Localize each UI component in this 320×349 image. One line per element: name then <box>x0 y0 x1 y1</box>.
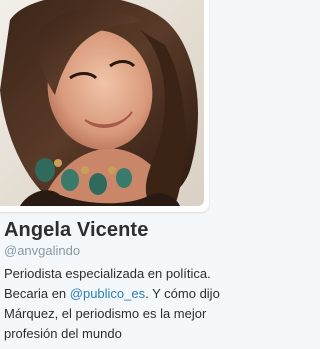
profile-photo-icon <box>0 0 204 206</box>
bio-line-3: Márquez, el periodismo es la mejor <box>4 306 207 321</box>
profile-bio: Periodista especializada en política. Be… <box>4 264 242 344</box>
bio-line-2-prefix: Becaria en <box>4 286 70 301</box>
mention-link-publico-es[interactable]: @publico_es <box>70 286 145 301</box>
profile-avatar[interactable] <box>0 0 204 206</box>
profile-handle[interactable]: @anvgalindo <box>4 243 80 258</box>
profile-name[interactable]: Angela Vicente <box>4 219 148 242</box>
bio-line-1: Periodista especializada en política. <box>4 266 211 281</box>
avatar-frame <box>0 0 209 212</box>
bio-line-4: profesión del mundo <box>4 326 122 341</box>
bio-line-2-suffix: . Y cómo dijo <box>145 286 220 301</box>
